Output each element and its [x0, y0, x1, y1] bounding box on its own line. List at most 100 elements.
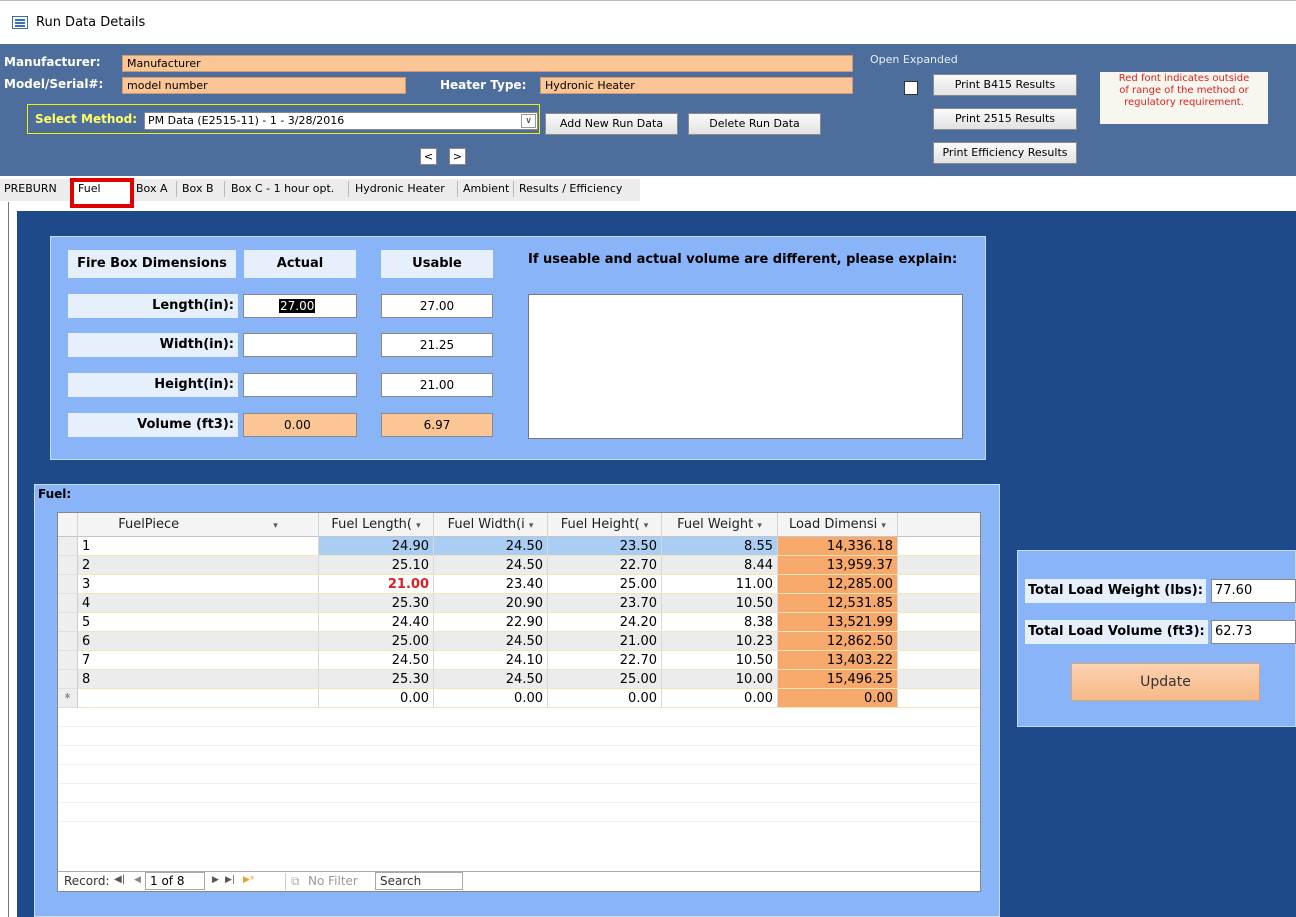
grid-cell[interactable]: 20.90	[434, 594, 548, 613]
grid-cell[interactable]: 8	[78, 670, 319, 689]
grid-cell[interactable]: 12,862.50	[778, 632, 898, 651]
update-button[interactable]: Update	[1071, 663, 1260, 701]
grid-cell[interactable]: 0.00	[662, 689, 778, 708]
actual-length-input[interactable]: 27.00	[243, 294, 357, 318]
grid-cell[interactable]: 8.38	[662, 613, 778, 632]
grid-cell[interactable]: 10.50	[662, 651, 778, 670]
usable-length-input[interactable]: 27.00	[381, 294, 493, 318]
column-header-load-dimensions[interactable]: Load Dimensi ▾	[778, 513, 898, 537]
grid-cell[interactable]: 23.40	[434, 575, 548, 594]
manufacturer-field[interactable]: Manufacturer	[122, 55, 853, 72]
add-run-data-button[interactable]: Add New Run Data	[545, 113, 678, 135]
grid-cell[interactable]: 11.00	[662, 575, 778, 594]
grid-cell[interactable]: 1	[78, 537, 319, 556]
sort-arrow-icon[interactable]: ▾	[529, 521, 534, 531]
grid-cell[interactable]: 0.00	[548, 689, 662, 708]
grid-cell[interactable]: 0.00	[434, 689, 548, 708]
sort-arrow-icon[interactable]: ▾	[273, 521, 278, 531]
grid-cell[interactable]: 24.40	[319, 613, 434, 632]
new-record-icon[interactable]: ▶*	[243, 875, 254, 885]
search-input[interactable]: Search	[375, 872, 463, 890]
tab-results-efficiency[interactable]: Results / Efficiency	[519, 182, 622, 195]
grid-cell[interactable]: 24.50	[434, 537, 548, 556]
row-selector[interactable]	[58, 670, 78, 689]
grid-cell[interactable]: 3	[78, 575, 319, 594]
select-method-combo[interactable]: PM Data (E2515-11) - 1 - 3/28/2016 ∨	[144, 112, 538, 130]
grid-cell[interactable]: 23.50	[548, 537, 662, 556]
last-record-icon[interactable]: ▶|	[225, 875, 235, 885]
no-filter-button[interactable]: No Filter	[308, 874, 358, 888]
row-selector[interactable]	[58, 575, 78, 594]
column-header-fuel-weight[interactable]: Fuel Weight ▾	[662, 513, 778, 537]
grid-cell[interactable]: 22.90	[434, 613, 548, 632]
usable-height-input[interactable]: 21.00	[381, 373, 493, 397]
grid-cell[interactable]: 0.00	[778, 689, 898, 708]
chevron-down-icon[interactable]: ∨	[521, 114, 536, 128]
grid-cell[interactable]: 24.50	[434, 556, 548, 575]
row-selector[interactable]: *	[58, 689, 78, 708]
actual-width-input[interactable]	[243, 333, 357, 357]
open-expanded-checkbox[interactable]	[904, 81, 918, 95]
sort-arrow-icon[interactable]: ▾	[757, 521, 762, 531]
tab-fuel-highlight[interactable]: Fuel	[70, 178, 134, 208]
row-selector[interactable]	[58, 651, 78, 670]
row-selector[interactable]	[58, 556, 78, 575]
grid-cell[interactable]: 25.00	[319, 632, 434, 651]
tab-preburn[interactable]: PREBURN	[4, 182, 57, 195]
grid-cell[interactable]: 24.50	[319, 651, 434, 670]
select-all-corner[interactable]	[58, 513, 78, 537]
grid-cell[interactable]: 22.70	[548, 651, 662, 670]
grid-cell[interactable]: 7	[78, 651, 319, 670]
previous-record-icon[interactable]: ◀	[134, 875, 141, 885]
sort-arrow-icon[interactable]: ▾	[644, 521, 649, 531]
tab-box-a[interactable]: Box A	[136, 182, 167, 195]
grid-cell[interactable]: 24.50	[434, 670, 548, 689]
grid-cell[interactable]: 25.00	[548, 670, 662, 689]
grid-cell[interactable]: 10.23	[662, 632, 778, 651]
grid-cell[interactable]: 10.50	[662, 594, 778, 613]
tab-ambient[interactable]: Ambient	[463, 182, 509, 195]
previous-record-button[interactable]: <	[420, 148, 437, 165]
first-record-icon[interactable]: ◀|	[114, 874, 125, 885]
grid-cell[interactable]: 4	[78, 594, 319, 613]
grid-cell[interactable]: 5	[78, 613, 319, 632]
grid-cell[interactable]: 10.00	[662, 670, 778, 689]
grid-cell[interactable]: 13,521.99	[778, 613, 898, 632]
row-selector[interactable]	[58, 632, 78, 651]
grid-cell[interactable]: 15,496.25	[778, 670, 898, 689]
grid-cell[interactable]: 24.90	[319, 537, 434, 556]
grid-cell[interactable]	[78, 689, 319, 708]
column-header-fuel-length[interactable]: Fuel Length( ▾	[319, 513, 434, 537]
grid-cell[interactable]: 25.00	[548, 575, 662, 594]
grid-cell[interactable]: 25.30	[319, 594, 434, 613]
tab-hydronic-heater[interactable]: Hydronic Heater	[355, 182, 445, 195]
grid-cell[interactable]: 25.30	[319, 670, 434, 689]
grid-cell[interactable]: 24.20	[548, 613, 662, 632]
row-selector[interactable]	[58, 613, 78, 632]
explain-textarea[interactable]	[528, 294, 963, 439]
print-2515-button[interactable]: Print 2515 Results	[933, 108, 1077, 130]
grid-cell[interactable]: 25.10	[319, 556, 434, 575]
heater-type-field[interactable]: Hydronic Heater	[540, 77, 853, 94]
grid-cell[interactable]: 6	[78, 632, 319, 651]
grid-cell[interactable]: 21.00	[319, 575, 434, 594]
grid-cell[interactable]: 2	[78, 556, 319, 575]
column-header-fuel-height[interactable]: Fuel Height( ▾	[548, 513, 662, 537]
column-header-fuelpiece[interactable]: FuelPiece ▾	[78, 513, 319, 537]
current-record-field[interactable]: 1 of 8	[145, 872, 205, 890]
print-b415-button[interactable]: Print B415 Results	[933, 74, 1077, 96]
column-header-fuel-width[interactable]: Fuel Width(i ▾	[434, 513, 548, 537]
actual-height-input[interactable]	[243, 373, 357, 397]
grid-cell[interactable]: 14,336.18	[778, 537, 898, 556]
row-selector[interactable]	[58, 537, 78, 556]
print-efficiency-button[interactable]: Print Efficiency Results	[933, 142, 1077, 164]
grid-cell[interactable]: 23.70	[548, 594, 662, 613]
grid-cell[interactable]: 13,959.37	[778, 556, 898, 575]
grid-cell[interactable]: 8.55	[662, 537, 778, 556]
grid-cell[interactable]: 24.50	[434, 632, 548, 651]
tab-box-b[interactable]: Box B	[182, 182, 214, 195]
grid-cell[interactable]: 12,531.85	[778, 594, 898, 613]
usable-width-input[interactable]: 21.25	[381, 333, 493, 357]
sort-arrow-icon[interactable]: ▾	[881, 521, 886, 531]
sort-arrow-icon[interactable]: ▾	[416, 521, 421, 531]
